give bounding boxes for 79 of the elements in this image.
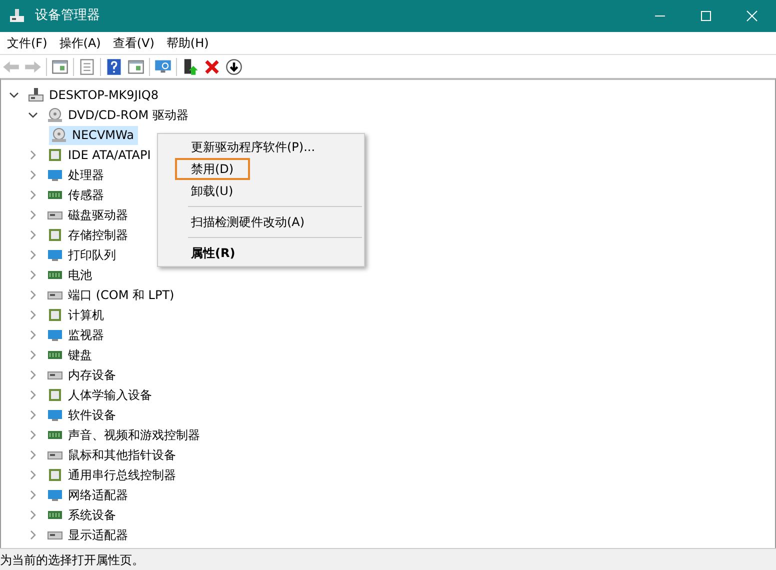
expand-chevron-icon[interactable]: [28, 230, 38, 240]
disc-drive-icon: [47, 107, 63, 123]
disc-drive-icon: [51, 127, 67, 143]
device-icon: [47, 227, 63, 243]
tree-item[interactable]: 监视器: [45, 326, 108, 344]
context-menu-item[interactable]: 禁用(D): [175, 158, 250, 180]
maximize-icon[interactable]: [700, 10, 712, 22]
expand-chevron-icon[interactable]: [28, 250, 38, 260]
tree-item[interactable]: 计算机: [45, 306, 108, 324]
status-text: 为当前的选择打开属性页。: [0, 548, 776, 570]
window-title: 设备管理器: [35, 7, 100, 26]
expand-chevron-icon[interactable]: [28, 430, 38, 440]
menu-item[interactable]: 操作(A): [54, 34, 106, 52]
menu-item[interactable]: 帮助(H): [161, 34, 214, 52]
expand-chevron-icon[interactable]: [28, 530, 38, 540]
device-icon: [47, 307, 63, 323]
expand-chevron-icon[interactable]: [28, 170, 38, 180]
computer-icon: [28, 87, 44, 103]
expand-chevron-icon[interactable]: [28, 330, 38, 340]
expand-chevron-icon[interactable]: [28, 510, 38, 520]
properties-sheet-icon[interactable]: [78, 58, 96, 76]
device-icon: [47, 327, 63, 343]
close-icon[interactable]: [746, 10, 758, 22]
tree-item[interactable]: 网络适配器: [45, 486, 132, 504]
device-icon: [47, 147, 63, 163]
expand-chevron-icon[interactable]: [28, 270, 38, 280]
tree-item[interactable]: DVD/CD-ROM 驱动器: [45, 106, 192, 124]
collapse-chevron-icon[interactable]: [28, 110, 38, 120]
menu-item[interactable]: 文件(F): [2, 34, 52, 52]
expand-chevron-icon[interactable]: [28, 450, 38, 460]
tree-item[interactable]: 处理器: [45, 166, 108, 184]
device-icon: [47, 407, 63, 423]
tree-item[interactable]: 磁盘驱动器: [45, 206, 132, 224]
tree-item[interactable]: 软件设备: [45, 406, 120, 424]
tree-item[interactable]: DESKTOP-MK9JIQ8: [26, 86, 162, 104]
tree-item[interactable]: 打印队列: [45, 246, 120, 264]
tree-item[interactable]: 传感器: [45, 186, 108, 204]
x-icon[interactable]: [203, 58, 221, 76]
window-pane-icon[interactable]: [51, 58, 69, 76]
device-icon: [47, 387, 63, 403]
tree-item[interactable]: 声音、视频和游戏控制器: [45, 426, 204, 444]
computer-icon: [9, 8, 25, 24]
expand-chevron-icon[interactable]: [28, 470, 38, 480]
device-icon: [47, 247, 63, 263]
context-menu-item[interactable]: 卸载(U): [175, 180, 250, 202]
collapse-chevron-icon[interactable]: [9, 90, 19, 100]
menu-item[interactable]: 查看(V): [108, 34, 160, 52]
context-menu-item[interactable]: 扫描检测硬件改动(A): [175, 211, 321, 233]
tree-item[interactable]: NECVMWa: [49, 126, 138, 144]
tree-item[interactable]: IDE ATA/ATAPI: [45, 146, 155, 164]
help-icon[interactable]: [105, 58, 123, 76]
device-icon: [47, 167, 63, 183]
tree-item[interactable]: 端口 (COM 和 LPT): [45, 286, 178, 304]
expand-chevron-icon[interactable]: [28, 290, 38, 300]
expand-chevron-icon[interactable]: [28, 390, 38, 400]
expand-chevron-icon[interactable]: [28, 190, 38, 200]
window-pane-icon[interactable]: [127, 58, 145, 76]
down-arrow-circle-icon[interactable]: [225, 58, 243, 76]
expand-chevron-icon[interactable]: [28, 370, 38, 380]
expand-chevron-icon[interactable]: [28, 310, 38, 320]
context-menu-item[interactable]: 更新驱动程序软件(P)...: [175, 136, 332, 158]
tree-item[interactable]: 内存设备: [45, 366, 120, 384]
tree-item[interactable]: 存储控制器: [45, 226, 132, 244]
expand-chevron-icon[interactable]: [28, 350, 38, 360]
tree-item[interactable]: 系统设备: [45, 506, 120, 524]
tree-item[interactable]: 键盘: [45, 346, 96, 364]
tree-item[interactable]: 电池: [45, 266, 96, 284]
tree-item[interactable]: 通用串行总线控制器: [45, 466, 180, 484]
monitor-search-icon[interactable]: [154, 58, 172, 76]
expand-chevron-icon[interactable]: [28, 490, 38, 500]
device-icon: [47, 487, 63, 503]
context-menu-item[interactable]: 属性(R): [175, 242, 252, 264]
expand-chevron-icon[interactable]: [28, 410, 38, 420]
tree-item[interactable]: 人体学输入设备: [45, 386, 156, 404]
tree-item[interactable]: 显示适配器: [45, 526, 132, 544]
expand-chevron-icon[interactable]: [28, 150, 38, 160]
expand-chevron-icon[interactable]: [28, 210, 38, 220]
device-icon: [47, 467, 63, 483]
tree-item[interactable]: 鼠标和其他指针设备: [45, 446, 180, 464]
